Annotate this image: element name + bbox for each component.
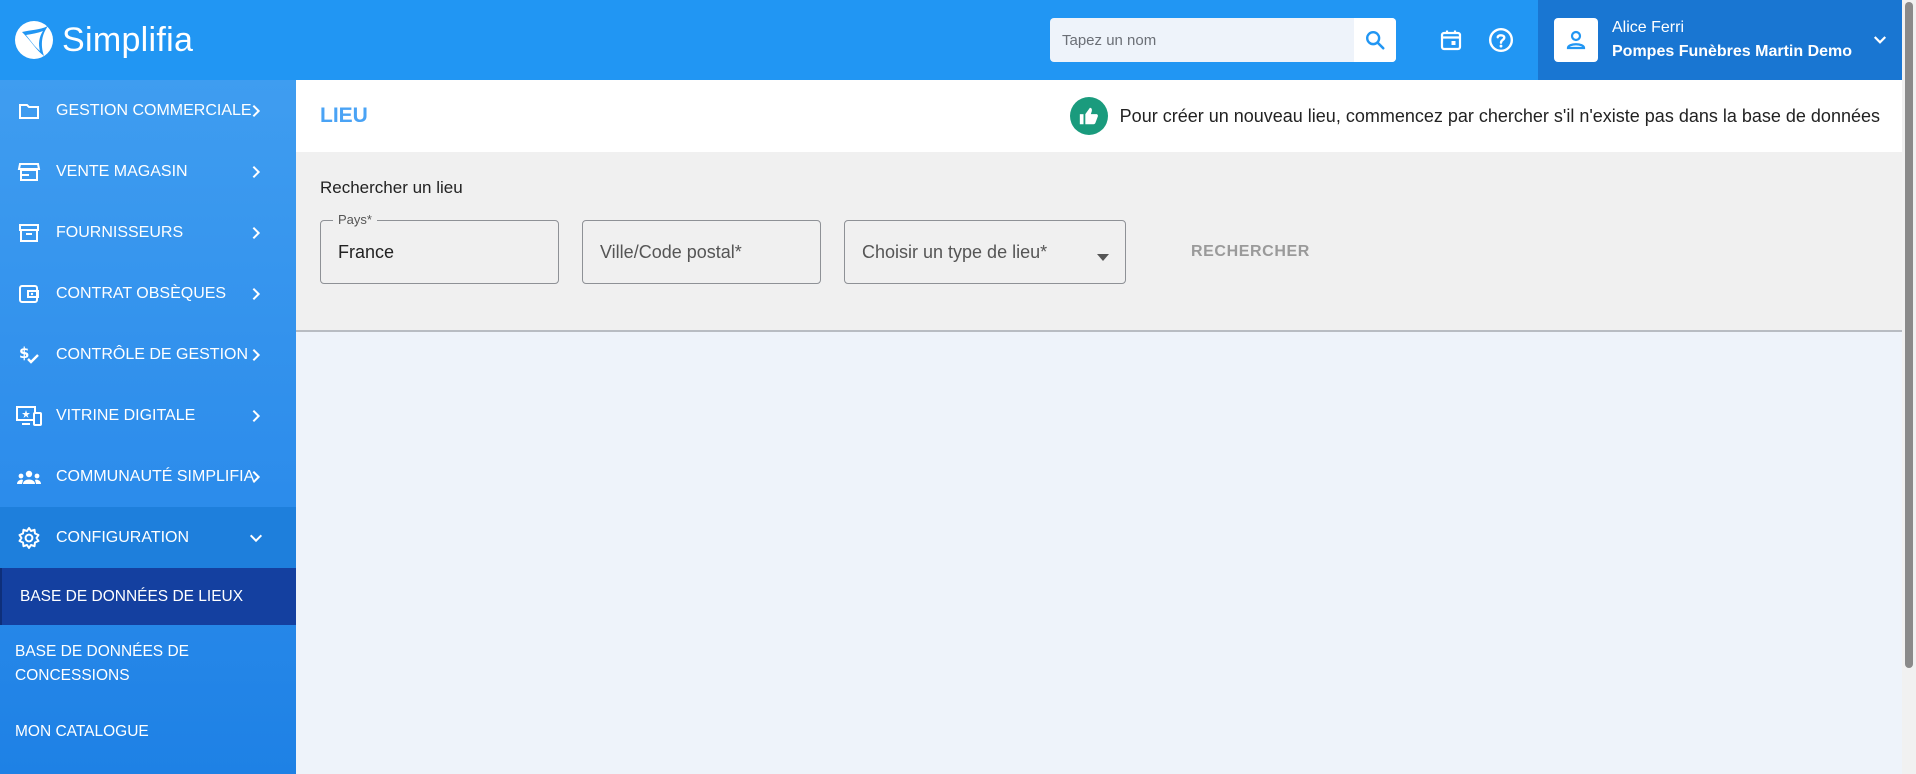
groups-icon [16,464,42,490]
sidebar-item-contrat-obseques[interactable]: CONTRAT OBSÈQUES [0,263,296,324]
user-name: Alice Ferri [1612,19,1685,36]
search-input[interactable] [1050,18,1354,62]
main-content: LIEU Pour créer un nouveau lieu, commenc… [296,80,1902,774]
thumb-up-icon [1069,97,1108,135]
sidebar-item-label: CONTRÔLE DE GESTION [56,345,249,363]
country-label: Pays* [333,212,377,227]
sidebar-item-label: VITRINE DIGITALE [56,406,196,424]
user-menu[interactable]: Alice Ferri Pompes Funèbres Martin Demo [1538,0,1902,80]
sidebar-subitem-base-de-donnees-de-lieux[interactable]: BASE DE DONNÉES DE LIEUX [0,568,296,625]
caret-down-icon [1097,249,1109,267]
chevron-down-icon [1873,36,1887,44]
sidebar-subitem-mon-catalogue[interactable]: MON CATALOGUE [0,703,296,760]
chevron-right-icon [246,103,266,119]
person-icon [1566,30,1586,50]
chevron-right-icon [246,286,266,302]
sidebar-item-vitrine-digitale[interactable]: VITRINE DIGITALE [0,385,296,446]
search-icon [1366,31,1385,50]
hint-text: Pour créer un nouveau lieu, commencez pa… [1119,105,1880,126]
user-info: Alice Ferri Pompes Funèbres Martin Demo [1612,19,1858,61]
app-logo[interactable]: Simplifia [0,20,296,60]
gear-icon [16,525,42,551]
hint-banner: Pour créer un nouveau lieu, commencez pa… [1069,97,1880,135]
search-panel: Rechercher un lieu Pays* France Ville/Co… [296,152,1902,332]
sidebar-item-label: CONFIGURATION [56,528,190,546]
country-field[interactable]: Pays* France [320,212,559,284]
sidebar-item-configuration[interactable]: CONFIGURATION [0,507,296,568]
page-scrollbar[interactable] [1902,0,1916,774]
country-value: France [338,241,395,262]
chevron-right-icon [246,408,266,424]
wallet-icon [16,281,42,307]
sidebar-item-controle-de-gestion[interactable]: $ CONTRÔLE DE GESTION [0,324,296,385]
city-field[interactable]: Ville/Code postal* [582,220,821,284]
sidebar-item-vente-magasin[interactable]: VENTE MAGASIN [0,141,296,202]
place-type-select[interactable]: Choisir un type de lieu* [844,220,1126,284]
top-bar: Simplifia Tapez un nom Alice Ferri Pompe… [0,0,1902,80]
calendar-button[interactable] [1426,15,1476,65]
sidebar-item-communaute-simplifia[interactable]: COMMUNAUTÉ SIMPLIFIA [0,446,296,507]
chevron-right-icon [246,347,266,363]
user-menu-toggle[interactable] [1858,31,1902,49]
app-name: Simplifia [62,20,194,59]
archive-icon [16,220,42,246]
sidebar-subitem-label: BASE DE DONNÉES DE CONCESSIONS [15,643,189,684]
help-button[interactable] [1476,15,1526,65]
place-type-placeholder: Choisir un type de lieu* [862,241,1048,262]
chevron-right-icon [246,164,266,180]
sidebar-item-label: CONTRAT OBSÈQUES [56,284,227,302]
sidebar-item-label: GESTION COMMERCIALE [56,101,252,119]
sidebar-item-gestion-commerciale[interactable]: GESTION COMMERCIALE [0,80,296,141]
city-placeholder: Ville/Code postal* [600,241,742,262]
folder-icon [16,98,42,124]
store-icon [16,159,42,185]
chevron-right-icon [246,225,266,241]
chevron-down-icon [246,530,266,546]
sidebar-item-label: VENTE MAGASIN [56,162,188,180]
page-title: LIEU [320,104,368,127]
help-icon [1488,27,1514,53]
calendar-icon [1440,30,1462,51]
chevron-right-icon [246,469,266,485]
simplifia-logo-icon [15,21,53,59]
avatar [1554,18,1598,62]
global-search [1050,18,1396,62]
sidebar-subitem-base-de-donnees-de-concessions[interactable]: BASE DE DONNÉES DE CONCESSIONS [0,625,296,703]
search-button[interactable] [1354,18,1396,62]
sidebar-item-label: COMMUNAUTÉ SIMPLIFIA [56,467,255,485]
price-check-icon: $ [16,342,42,368]
sidebar: GESTION COMMERCIALE VENTE MAGASIN FOURNI… [0,80,296,774]
user-company: Pompes Funèbres Martin Demo [1612,43,1853,60]
scrollbar-thumb[interactable] [1905,2,1913,668]
search-fields: Pays* France Ville/Code postal* Choisir … [320,212,1878,284]
page-header: LIEU Pour créer un nouveau lieu, commenc… [296,80,1902,152]
rechercher-button[interactable]: RECHERCHER [1191,243,1310,261]
devices-icon [16,403,42,429]
sidebar-item-fournisseurs[interactable]: FOURNISSEURS [0,202,296,263]
search-panel-title: Rechercher un lieu [320,178,463,197]
sidebar-item-label: FOURNISSEURS [56,223,184,241]
